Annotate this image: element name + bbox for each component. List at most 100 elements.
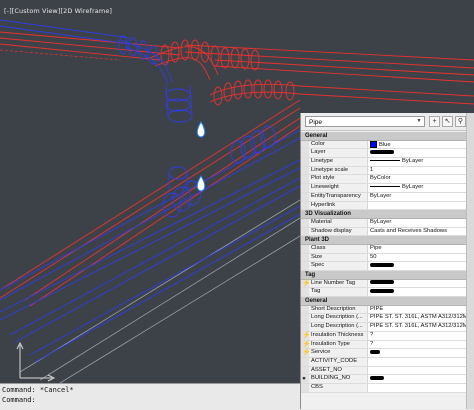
property-row[interactable]: Plot style ByColor [301, 175, 474, 185]
property-value[interactable]: ? [367, 331, 473, 340]
property-row[interactable]: EntityTransparency ByLayer [301, 192, 474, 202]
color-value[interactable]: Blue [367, 140, 473, 149]
property-label: Linetype [311, 158, 333, 165]
drop-marker-icon [196, 121, 206, 192]
viewport-menu-control[interactable]: [-] [4, 7, 12, 15]
redacted-value [370, 349, 380, 354]
property-value[interactable]: 50 [367, 253, 473, 262]
view-name-control[interactable]: [Custom View] [12, 7, 61, 15]
property-label: Line Number Tag [311, 279, 356, 286]
property-row[interactable]: Class Pipe [301, 244, 474, 254]
property-label: Shadow display [311, 227, 352, 234]
layer-value[interactable] [367, 149, 473, 158]
toggle-pickadd-button[interactable]: + [429, 116, 440, 127]
property-label: Insulation Thickness [311, 331, 364, 338]
section-plant-3d[interactable]: Plant 3D [301, 236, 474, 245]
property-row[interactable]: Shadow display Casts and Receives Shadows [301, 227, 474, 237]
lightning-icon: ⚡ [302, 340, 311, 348]
palette-side-strip[interactable] [466, 113, 474, 409]
visual-style-control[interactable]: [2D Wireframe] [60, 7, 112, 15]
section-general-2[interactable]: General [301, 297, 474, 306]
property-label: Class [311, 244, 326, 251]
property-value[interactable] [367, 383, 473, 392]
object-type-select[interactable]: Pipe ▼ [305, 116, 425, 127]
lightning-icon: ⚡ [302, 331, 311, 339]
property-label: Long Description (... [311, 323, 363, 330]
property-row[interactable]: ⚡ Service [301, 349, 474, 358]
property-value[interactable] [367, 357, 473, 366]
property-value[interactable]: ? [367, 340, 473, 349]
property-label: Long Description (... [311, 314, 363, 321]
object-type-value: Pipe [309, 119, 323, 126]
property-value[interactable]: PIPE ST. ST. 316L, ASTM A312/312M ... [367, 323, 473, 331]
section-tag[interactable]: Tag [301, 271, 474, 280]
property-value[interactable]: ByLayer [367, 218, 473, 227]
property-label: Insulation Type [311, 340, 350, 347]
lineweight-value[interactable]: ByLayer [367, 184, 473, 192]
property-label: BUILDING_NO [311, 375, 351, 382]
property-row[interactable]: Layer [301, 149, 474, 159]
property-label: ASSET_NO [311, 366, 342, 373]
property-label: Size [311, 253, 323, 260]
property-label: Layer [311, 149, 326, 156]
command-history-line: Command: *Cancel* [2, 386, 74, 394]
property-row[interactable]: Hyperlink [301, 201, 474, 211]
property-row[interactable]: Spec [301, 262, 474, 271]
property-row[interactable]: Size 50 [301, 253, 474, 263]
section-3d-visualization[interactable]: 3D Visualization [301, 210, 474, 219]
property-label: EntityTransparency [311, 192, 361, 199]
redacted-value [370, 288, 394, 293]
property-label: CBS [311, 383, 323, 390]
property-label: Service [311, 349, 331, 356]
select-objects-icon: ↖ [444, 118, 451, 125]
property-row[interactable]: ⚡ Line Number Tag [301, 279, 474, 289]
property-value[interactable]: PIPE [367, 305, 473, 314]
command-prompt[interactable]: Command: [2, 396, 36, 404]
property-label: Hyperlink [311, 201, 336, 208]
section-general[interactable]: General [301, 132, 474, 141]
building-no-value[interactable] [367, 375, 473, 383]
properties-palette[interactable]: Pipe ▼ + ↖ ⚲ General Color Blue Layer Lin… [300, 113, 474, 409]
redacted-value [370, 262, 394, 267]
property-row[interactable]: CBS [301, 383, 474, 393]
property-value[interactable]: ByColor [367, 175, 473, 184]
linetype-value[interactable]: ByLayer [367, 158, 473, 166]
quick-select-button[interactable]: ⚲ [455, 116, 466, 127]
property-row[interactable]: Lineweight ByLayer [301, 184, 474, 193]
select-objects-button[interactable]: ↖ [442, 116, 453, 127]
red-centerline [0, 49, 121, 61]
viewport-controls-label[interactable]: [-][Custom View][2D Wireframe] [4, 7, 112, 15]
spec-value[interactable] [367, 262, 473, 270]
property-row[interactable]: Tag [301, 288, 474, 298]
property-value[interactable]: PIPE ST. ST. 316L, ASTM A312/312M ... [367, 314, 473, 323]
property-label: Spec [311, 262, 325, 269]
property-row[interactable]: ASSET_NO [301, 366, 474, 376]
property-row[interactable]: Color Blue [301, 140, 474, 150]
property-row[interactable]: Short Description PIPE [301, 305, 474, 315]
property-row[interactable]: Linetype ByLayer [301, 158, 474, 167]
property-row[interactable]: ⚡ Insulation Type? [301, 340, 474, 350]
lightning-icon: ⚡ [302, 349, 311, 357]
property-row[interactable]: Long Description (... PIPE ST. ST. 316L, … [301, 323, 474, 332]
property-label: ACTIVITY_CODE [311, 357, 358, 364]
property-value[interactable]: 1 [367, 166, 473, 175]
property-label: Color [311, 140, 325, 147]
tag-value[interactable] [367, 288, 473, 297]
property-row[interactable]: Material ByLayer [301, 218, 474, 228]
property-label: Lineweight [311, 184, 339, 191]
property-value[interactable] [367, 366, 473, 375]
property-row[interactable]: ACTIVITY_CODE [301, 357, 474, 367]
property-row[interactable]: Long Description (... PIPE ST. ST. 316L, … [301, 314, 474, 324]
property-value[interactable]: Pipe [367, 244, 473, 253]
chevron-down-icon: ▼ [416, 118, 422, 124]
property-value[interactable]: Casts and Receives Shadows [367, 227, 473, 236]
property-value[interactable]: ByLayer [367, 192, 473, 201]
service-value[interactable] [367, 349, 473, 357]
property-row[interactable]: Linetype scale 1 [301, 166, 474, 176]
ground-grid [19, 199, 301, 383]
property-row[interactable]: ● BUILDING_NO [301, 375, 474, 384]
blue-pipe-run [0, 19, 301, 363]
property-row[interactable]: ⚡ Insulation Thickness? [301, 331, 474, 341]
property-value[interactable] [367, 201, 473, 210]
line-number-tag-value[interactable] [367, 279, 473, 288]
